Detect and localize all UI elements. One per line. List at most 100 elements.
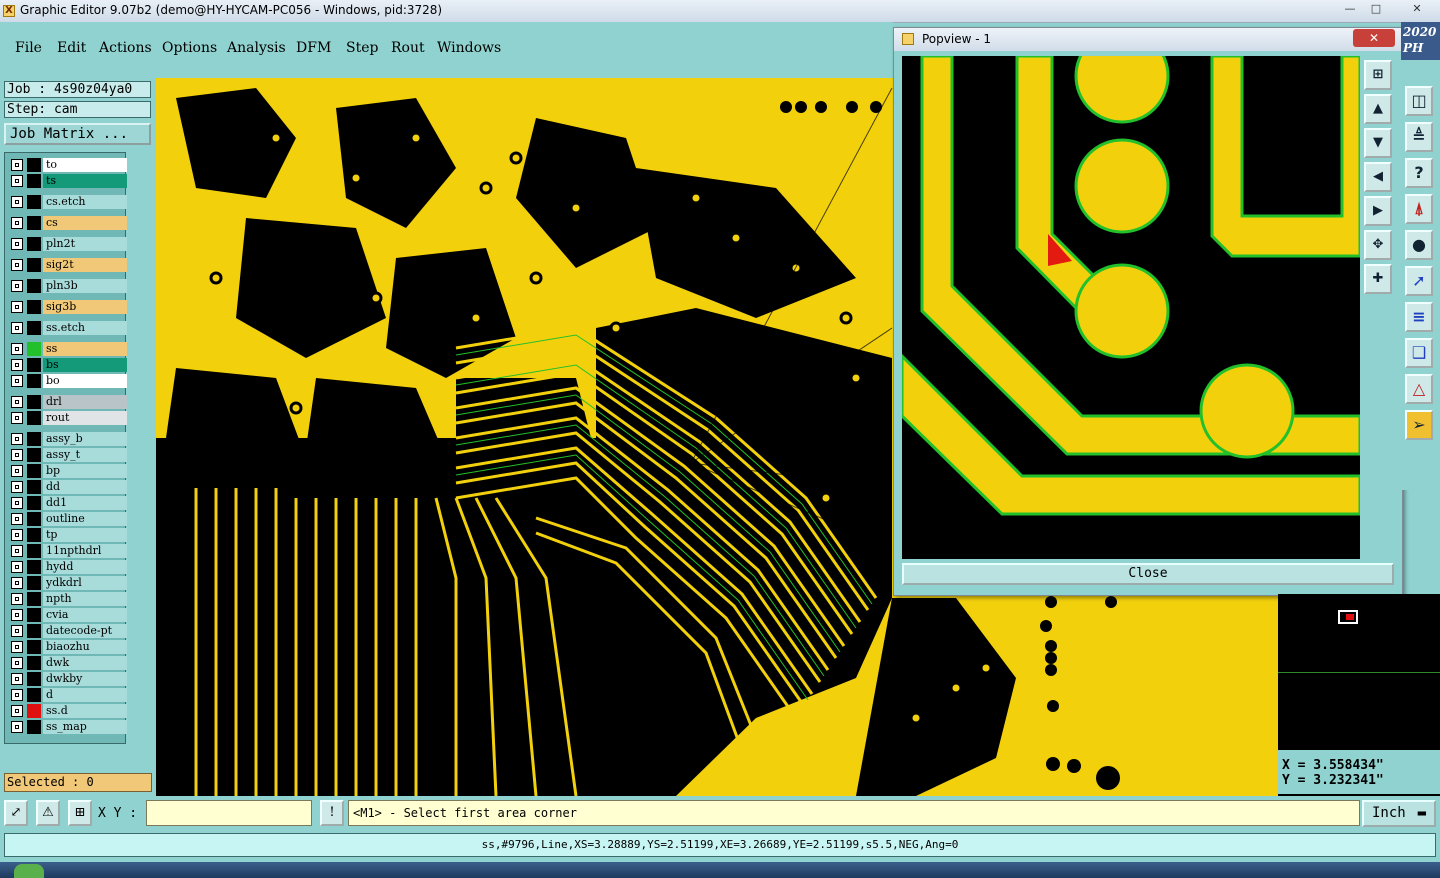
layer-checkbox[interactable] bbox=[11, 433, 23, 445]
pad-icon[interactable]: ● bbox=[1405, 230, 1433, 260]
window-title: Graphic Editor 9.07b2 (demo@HY-HYCAM-PC0… bbox=[20, 3, 443, 17]
layer-name: ss.d bbox=[43, 704, 127, 718]
popview-close-button[interactable]: Close bbox=[902, 563, 1394, 585]
menu-windows[interactable]: Windows bbox=[437, 40, 501, 56]
menu-step[interactable]: Step bbox=[346, 40, 378, 56]
feature-icon[interactable]: ≡ bbox=[1405, 302, 1433, 332]
popview-canvas[interactable] bbox=[902, 56, 1360, 559]
banner-bottom-text: PH bbox=[1403, 41, 1424, 55]
layer-checkbox[interactable] bbox=[11, 481, 23, 493]
job-matrix-button[interactable]: Job Matrix ... bbox=[4, 123, 151, 145]
layer-checkbox[interactable] bbox=[11, 641, 23, 653]
layer-color-swatch bbox=[27, 300, 41, 314]
layer-color-swatch bbox=[27, 496, 41, 510]
layer-checkbox[interactable] bbox=[11, 259, 23, 271]
menu-analysis[interactable]: Analysis bbox=[227, 40, 286, 56]
layer-color-swatch bbox=[27, 576, 41, 590]
layer-checkbox[interactable] bbox=[11, 545, 23, 557]
layer-checkbox[interactable] bbox=[11, 375, 23, 387]
layer-checkbox[interactable] bbox=[11, 673, 23, 685]
layer-color-swatch bbox=[27, 704, 41, 718]
netlist-icon[interactable]: ⍋ bbox=[1405, 194, 1433, 224]
y-coordinate: Y = 3.232341" bbox=[1282, 773, 1384, 788]
popview-close-icon[interactable]: ✕ bbox=[1353, 29, 1395, 47]
minimize-button[interactable]: — bbox=[1338, 1, 1362, 17]
layer-checkbox[interactable] bbox=[11, 497, 23, 509]
layer-checkbox[interactable] bbox=[11, 159, 23, 171]
layer-checkbox[interactable] bbox=[11, 529, 23, 541]
banner-top-text: 2020 bbox=[1403, 25, 1437, 39]
layer-checkbox[interactable] bbox=[11, 609, 23, 621]
zoom-fit-icon[interactable]: ⤢ bbox=[4, 800, 28, 826]
layer-checkbox[interactable] bbox=[11, 721, 23, 733]
xy-input[interactable] bbox=[146, 800, 312, 826]
layer-checkbox[interactable] bbox=[11, 301, 23, 313]
layer-color-swatch bbox=[27, 258, 41, 272]
popview-zoom-in-icon[interactable]: ✚ bbox=[1364, 264, 1392, 294]
layer-name: 11npthdrl bbox=[43, 544, 127, 558]
line-icon[interactable]: ➚ bbox=[1405, 266, 1433, 296]
menu-edit[interactable]: Edit bbox=[57, 40, 86, 56]
layer-name: d bbox=[43, 688, 127, 702]
layer-checkbox[interactable] bbox=[11, 561, 23, 573]
popview-pan-down-icon[interactable]: ▼ bbox=[1364, 128, 1392, 158]
layer-checkbox[interactable] bbox=[11, 343, 23, 355]
layer-checkbox[interactable] bbox=[11, 396, 23, 408]
layer-name: sig3b bbox=[43, 300, 127, 314]
layer-checkbox[interactable] bbox=[11, 280, 23, 292]
popview-pan-left-icon[interactable]: ◀ bbox=[1364, 162, 1392, 192]
layer-color-swatch bbox=[27, 640, 41, 654]
window-close-button[interactable]: ✕ bbox=[1402, 1, 1432, 17]
layer-checkbox[interactable] bbox=[11, 412, 23, 424]
menu-file[interactable]: File bbox=[15, 40, 42, 56]
layer-color-swatch bbox=[27, 688, 41, 702]
layer-color-swatch bbox=[27, 321, 41, 335]
popview-fit-icon[interactable]: ⊞ bbox=[1364, 60, 1392, 90]
layer-checkbox[interactable] bbox=[11, 449, 23, 461]
layer-checkbox[interactable] bbox=[11, 625, 23, 637]
layer-name: bs bbox=[43, 358, 127, 372]
layer-checkbox[interactable] bbox=[11, 593, 23, 605]
xy-label: X Y : bbox=[98, 806, 138, 821]
layer-checkbox[interactable] bbox=[11, 577, 23, 589]
layer-checkbox[interactable] bbox=[11, 359, 23, 371]
layer-checkbox[interactable] bbox=[11, 238, 23, 250]
layer-checkbox[interactable] bbox=[11, 465, 23, 477]
layer-name: pln3b bbox=[43, 279, 127, 293]
layer-checkbox[interactable] bbox=[11, 217, 23, 229]
cursor-icon[interactable]: ➢ bbox=[1405, 410, 1433, 440]
menu-dfm[interactable]: DFM bbox=[296, 40, 331, 56]
menu-options[interactable]: Options bbox=[162, 40, 217, 56]
layer-checkbox[interactable] bbox=[11, 689, 23, 701]
layer-checkbox[interactable] bbox=[11, 196, 23, 208]
unit-select[interactable]: Inch ▬ bbox=[1362, 800, 1436, 827]
info-icon[interactable]: ! bbox=[320, 800, 344, 826]
layer-checkbox[interactable] bbox=[11, 705, 23, 717]
menu-rout[interactable]: Rout bbox=[391, 40, 425, 56]
layer-color-swatch bbox=[27, 464, 41, 478]
popview-zoom-out-icon[interactable]: ✥ bbox=[1364, 230, 1392, 260]
layer-color-swatch bbox=[27, 560, 41, 574]
shapes-icon[interactable]: ❑ bbox=[1405, 338, 1433, 368]
layer-name: sig2t bbox=[43, 258, 127, 272]
layout-icon[interactable]: ◫ bbox=[1405, 86, 1433, 116]
zoom-area-icon[interactable]: ⚠ bbox=[36, 800, 60, 826]
maximize-button[interactable]: □ bbox=[1364, 1, 1388, 17]
snap-icon[interactable]: ≜ bbox=[1405, 122, 1433, 152]
layer-name: dwk bbox=[43, 656, 127, 670]
layer-checkbox[interactable] bbox=[11, 513, 23, 525]
layer-checkbox[interactable] bbox=[11, 657, 23, 669]
popview-pan-up-icon[interactable]: ▲ bbox=[1364, 94, 1392, 124]
layer-name: to bbox=[43, 158, 127, 172]
step-name: Step: cam bbox=[4, 101, 151, 118]
layer-name: bo bbox=[43, 374, 127, 388]
popview-pan-right-icon[interactable]: ▶ bbox=[1364, 196, 1392, 226]
grid-icon[interactable]: ⊞ bbox=[68, 800, 92, 826]
layer-checkbox[interactable] bbox=[11, 322, 23, 334]
help-icon[interactable]: ? bbox=[1405, 158, 1433, 188]
start-icon[interactable] bbox=[14, 864, 44, 878]
layer-checkbox[interactable] bbox=[11, 175, 23, 187]
layer-name: pln2t bbox=[43, 237, 127, 251]
measure-icon[interactable]: △ bbox=[1405, 374, 1433, 404]
menu-actions[interactable]: Actions bbox=[99, 40, 152, 56]
